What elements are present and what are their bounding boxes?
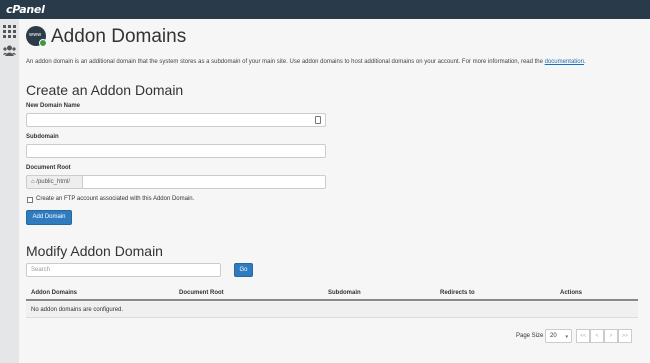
cpanel-logo[interactable]: cPanel [6,3,45,16]
documentation-link[interactable]: documentation [545,59,584,65]
main-content: www Addon Domains An addon domain is an … [19,19,650,363]
grid-icon[interactable] [3,25,16,38]
chevron-down-icon: ▾ [565,334,568,340]
column-redirects-to[interactable]: Redirects to [440,290,475,296]
prev-page-button[interactable]: < [590,329,604,343]
ftp-account-label: Create an FTP account associated with th… [36,196,195,202]
empty-message: No addon domains are configured. [31,307,124,313]
modify-heading: Modify Addon Domain [26,243,163,259]
addon-domains-icon: www [26,26,47,47]
sidebar [0,19,19,363]
column-document-root[interactable]: Document Root [179,290,224,296]
column-actions: Actions [560,290,583,296]
document-root-label: Document Root [26,165,71,171]
create-heading: Create an Addon Domain [26,82,184,98]
page-size-value: 20 [550,333,557,339]
clipboard-icon [315,116,321,124]
table-header: Addon Domains Document Root Subdomain Re… [26,287,638,301]
document-root-prefix: ⌂ /public_html/ [26,175,83,189]
first-page-button[interactable]: << [576,329,590,343]
page-title: Addon Domains [51,26,187,47]
search-input[interactable]: Search [26,263,221,277]
table-row: No addon domains are configured. [26,302,638,318]
subdomain-input[interactable] [26,144,326,158]
new-domain-input[interactable] [26,113,326,127]
description-end: . [584,59,586,65]
home-icon: ⌂ [31,179,35,185]
new-domain-label: New Domain Name [26,103,81,109]
page-size-select[interactable]: 20 ▾ [545,329,572,343]
plus-badge-icon [39,39,47,47]
next-page-button[interactable]: > [604,329,618,343]
column-subdomain[interactable]: Subdomain [328,290,361,296]
top-bar: cPanel [0,0,650,19]
ftp-account-checkbox[interactable] [27,197,33,203]
description-text: An addon domain is an additional domain … [26,59,545,65]
go-button[interactable]: Go [234,263,253,277]
page-description: An addon domain is an additional domain … [26,59,586,65]
last-page-button[interactable]: >> [618,329,632,343]
subdomain-label: Subdomain [26,134,59,140]
document-root-input[interactable] [83,175,326,189]
icon-text: www [29,32,42,38]
column-addon-domains[interactable]: Addon Domains [31,290,77,296]
page-size-label: Page Size [516,333,544,339]
document-root-prefix-text: /public_html/ [36,179,70,185]
add-domain-button[interactable]: Add Domain [26,210,72,225]
users-icon[interactable] [3,44,16,57]
